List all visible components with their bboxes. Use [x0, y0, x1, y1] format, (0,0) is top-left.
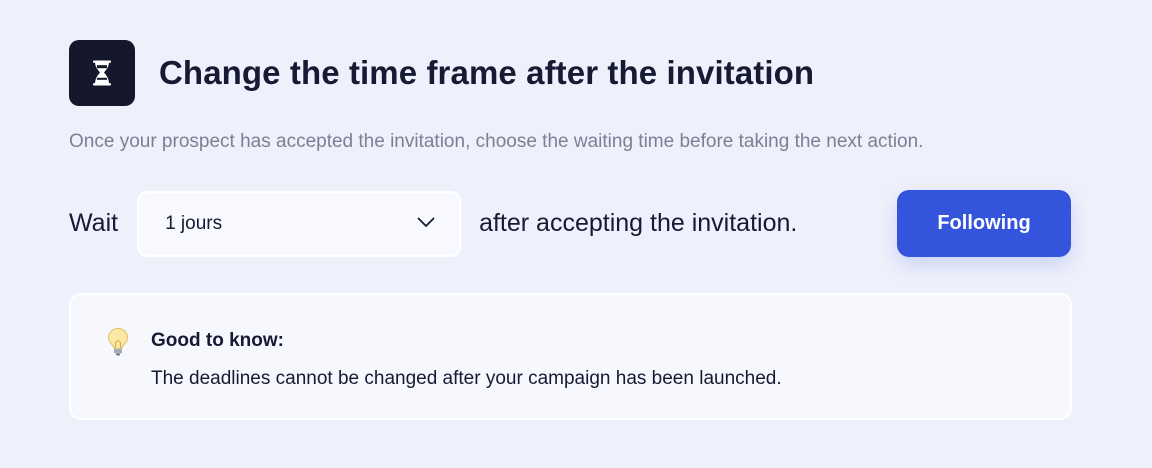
- info-text: The deadlines cannot be changed after yo…: [151, 368, 782, 389]
- header: Change the time frame after the invitati…: [69, 40, 814, 106]
- following-button[interactable]: Following: [897, 190, 1071, 257]
- page-title: Change the time frame after the invitati…: [159, 54, 815, 91]
- wait-row: Wait 1 jours after accepting the invitat…: [69, 190, 797, 257]
- hourglass-icon: [69, 40, 135, 106]
- wait-suffix: after accepting the invitation.: [479, 209, 798, 237]
- chevron-down-icon: [417, 215, 435, 233]
- page-description: Once your prospect has accepted the invi…: [69, 131, 924, 152]
- lightbulb-icon: [107, 327, 129, 362]
- info-card: Good to know: The deadlines cannot be ch…: [69, 293, 1072, 420]
- wait-duration-select[interactable]: 1 jours: [137, 190, 462, 257]
- info-title: Good to know:: [151, 330, 284, 351]
- wait-duration-value: 1 jours: [165, 212, 223, 234]
- wait-label: Wait: [69, 209, 119, 237]
